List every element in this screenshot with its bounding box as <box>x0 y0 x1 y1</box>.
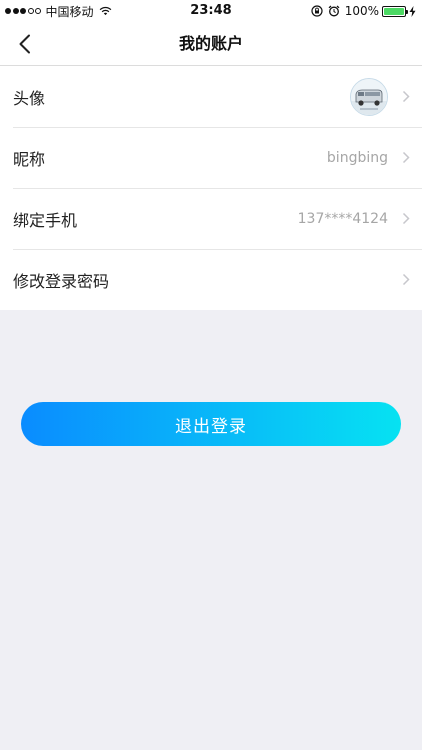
row-label: 修改登录密码 <box>13 271 110 291</box>
battery-percent: 100% <box>344 4 379 18</box>
chevron-right-icon <box>402 212 410 225</box>
bind-phone-row[interactable]: 绑定手机 137****4124 <box>0 188 422 249</box>
van-avatar-image <box>351 78 387 115</box>
battery-cap <box>406 9 408 14</box>
row-label: 绑定手机 <box>13 210 78 230</box>
orientation-lock-icon <box>311 5 323 17</box>
battery-fill <box>384 7 404 15</box>
row-label: 头像 <box>13 88 46 108</box>
avatar-row[interactable]: 头像 <box>0 66 422 127</box>
charging-icon <box>409 5 416 17</box>
status-right: 100% <box>311 3 416 19</box>
chevron-right-icon <box>402 151 410 164</box>
logout-button[interactable]: 退出登录 <box>21 402 401 446</box>
avatar <box>350 77 388 116</box>
nickname-row[interactable]: 昵称 bingbing <box>0 127 422 188</box>
status-bar: 中国移动 23:48 100% <box>0 0 422 22</box>
row-label: 昵称 <box>13 149 46 169</box>
page-title: 我的账户 <box>178 34 243 53</box>
chevron-right-icon <box>402 90 410 103</box>
chevron-right-icon <box>402 273 410 286</box>
change-password-row[interactable]: 修改登录密码 <box>0 249 422 310</box>
alarm-icon <box>328 5 340 17</box>
nickname-value: bingbing <box>326 149 388 166</box>
phone-value: 137****4124 <box>297 210 388 227</box>
account-settings-list: 头像 昵称 bingbing 绑定手机 137****4124 修改登录密码 <box>0 66 422 310</box>
battery-icon <box>382 5 408 17</box>
navigation-bar: 我的账户 <box>0 22 422 66</box>
